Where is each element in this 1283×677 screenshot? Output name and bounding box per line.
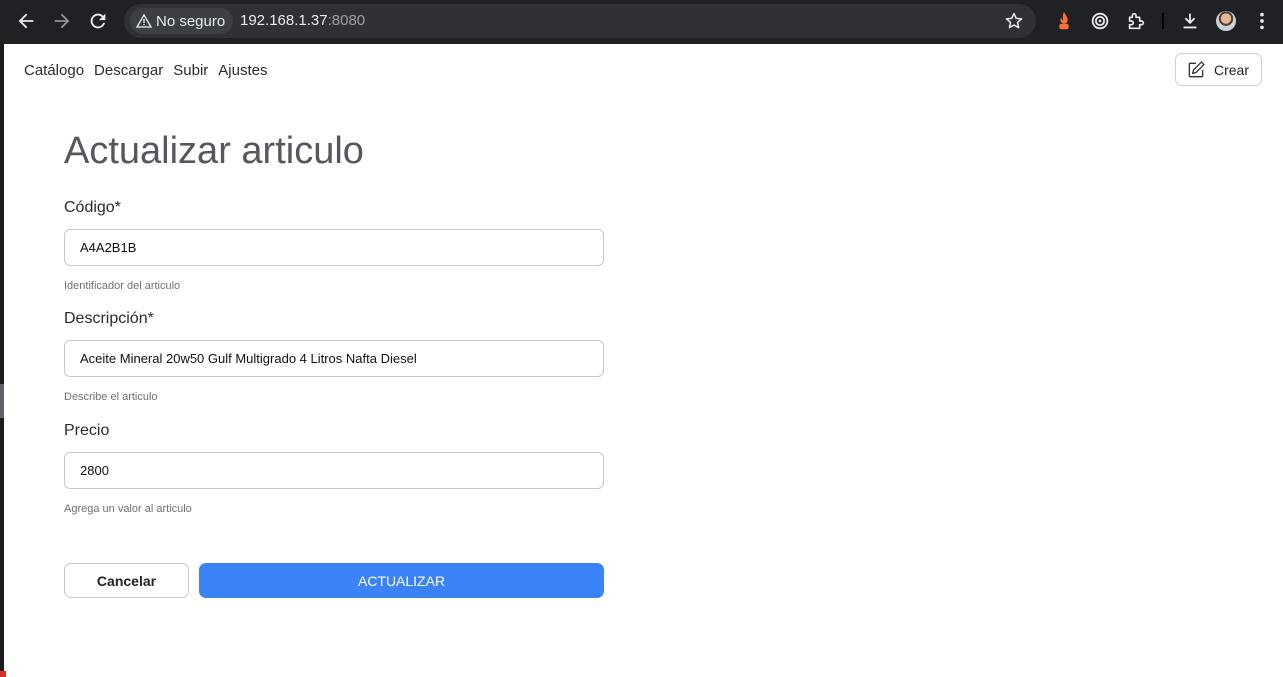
- nav-item-catalogo[interactable]: Catálogo: [24, 62, 84, 79]
- description-help: Describe el articulo: [64, 391, 158, 403]
- update-button[interactable]: ACTUALIZAR: [199, 563, 604, 598]
- forward-icon[interactable]: [51, 10, 73, 32]
- profile-avatar-icon[interactable]: [1216, 11, 1236, 31]
- price-help: Agrega un valor al articulo: [64, 503, 192, 515]
- extension-flame-icon[interactable]: [1053, 10, 1075, 32]
- download-icon[interactable]: [1179, 10, 1201, 32]
- back-icon[interactable]: [15, 10, 37, 32]
- description-label: Descripción*: [64, 310, 154, 327]
- browser-toolbar: No seguro 192.168.1.37:8080: [0, 0, 1283, 44]
- toolbar-divider: [1162, 13, 1164, 29]
- edit-icon: [1188, 60, 1205, 77]
- menu-kebab-icon[interactable]: [1251, 10, 1273, 32]
- security-chip[interactable]: No seguro: [130, 8, 234, 34]
- page-title: Actualizar articulo: [64, 130, 364, 172]
- window-edge-handle: [0, 384, 4, 418]
- price-label: Precio: [64, 422, 110, 439]
- create-button-label: Crear: [1214, 61, 1250, 78]
- extension-target-icon[interactable]: [1089, 10, 1111, 32]
- nav-item-ajustes[interactable]: Ajustes: [218, 62, 267, 79]
- url-port: :8080: [327, 12, 366, 29]
- extensions-puzzle-icon[interactable]: [1125, 10, 1147, 32]
- code-help: Identificador del articulo: [64, 280, 181, 292]
- address-bar[interactable]: No seguro 192.168.1.37:8080: [124, 4, 1036, 38]
- create-button[interactable]: Crear: [1175, 53, 1262, 86]
- corner-indicator: [0, 671, 6, 677]
- nav-item-subir[interactable]: Subir: [173, 62, 208, 79]
- code-input[interactable]: [64, 229, 604, 266]
- reload-icon[interactable]: [87, 10, 109, 32]
- security-label: No seguro: [156, 12, 226, 30]
- main-nav: Catálogo Descargar Subir Ajustes: [24, 62, 267, 79]
- code-label: Código*: [64, 199, 121, 216]
- nav-item-descargar[interactable]: Descargar: [94, 62, 163, 79]
- url-host: 192.168.1.37: [240, 12, 328, 29]
- price-input[interactable]: [64, 452, 604, 489]
- warning-icon: [136, 13, 152, 28]
- cancel-button[interactable]: Cancelar: [64, 563, 189, 598]
- url-text: 192.168.1.37:8080: [240, 12, 365, 29]
- description-input[interactable]: [64, 340, 604, 377]
- bookmark-star-icon[interactable]: [1004, 11, 1024, 31]
- window-left-edge: [0, 44, 4, 677]
